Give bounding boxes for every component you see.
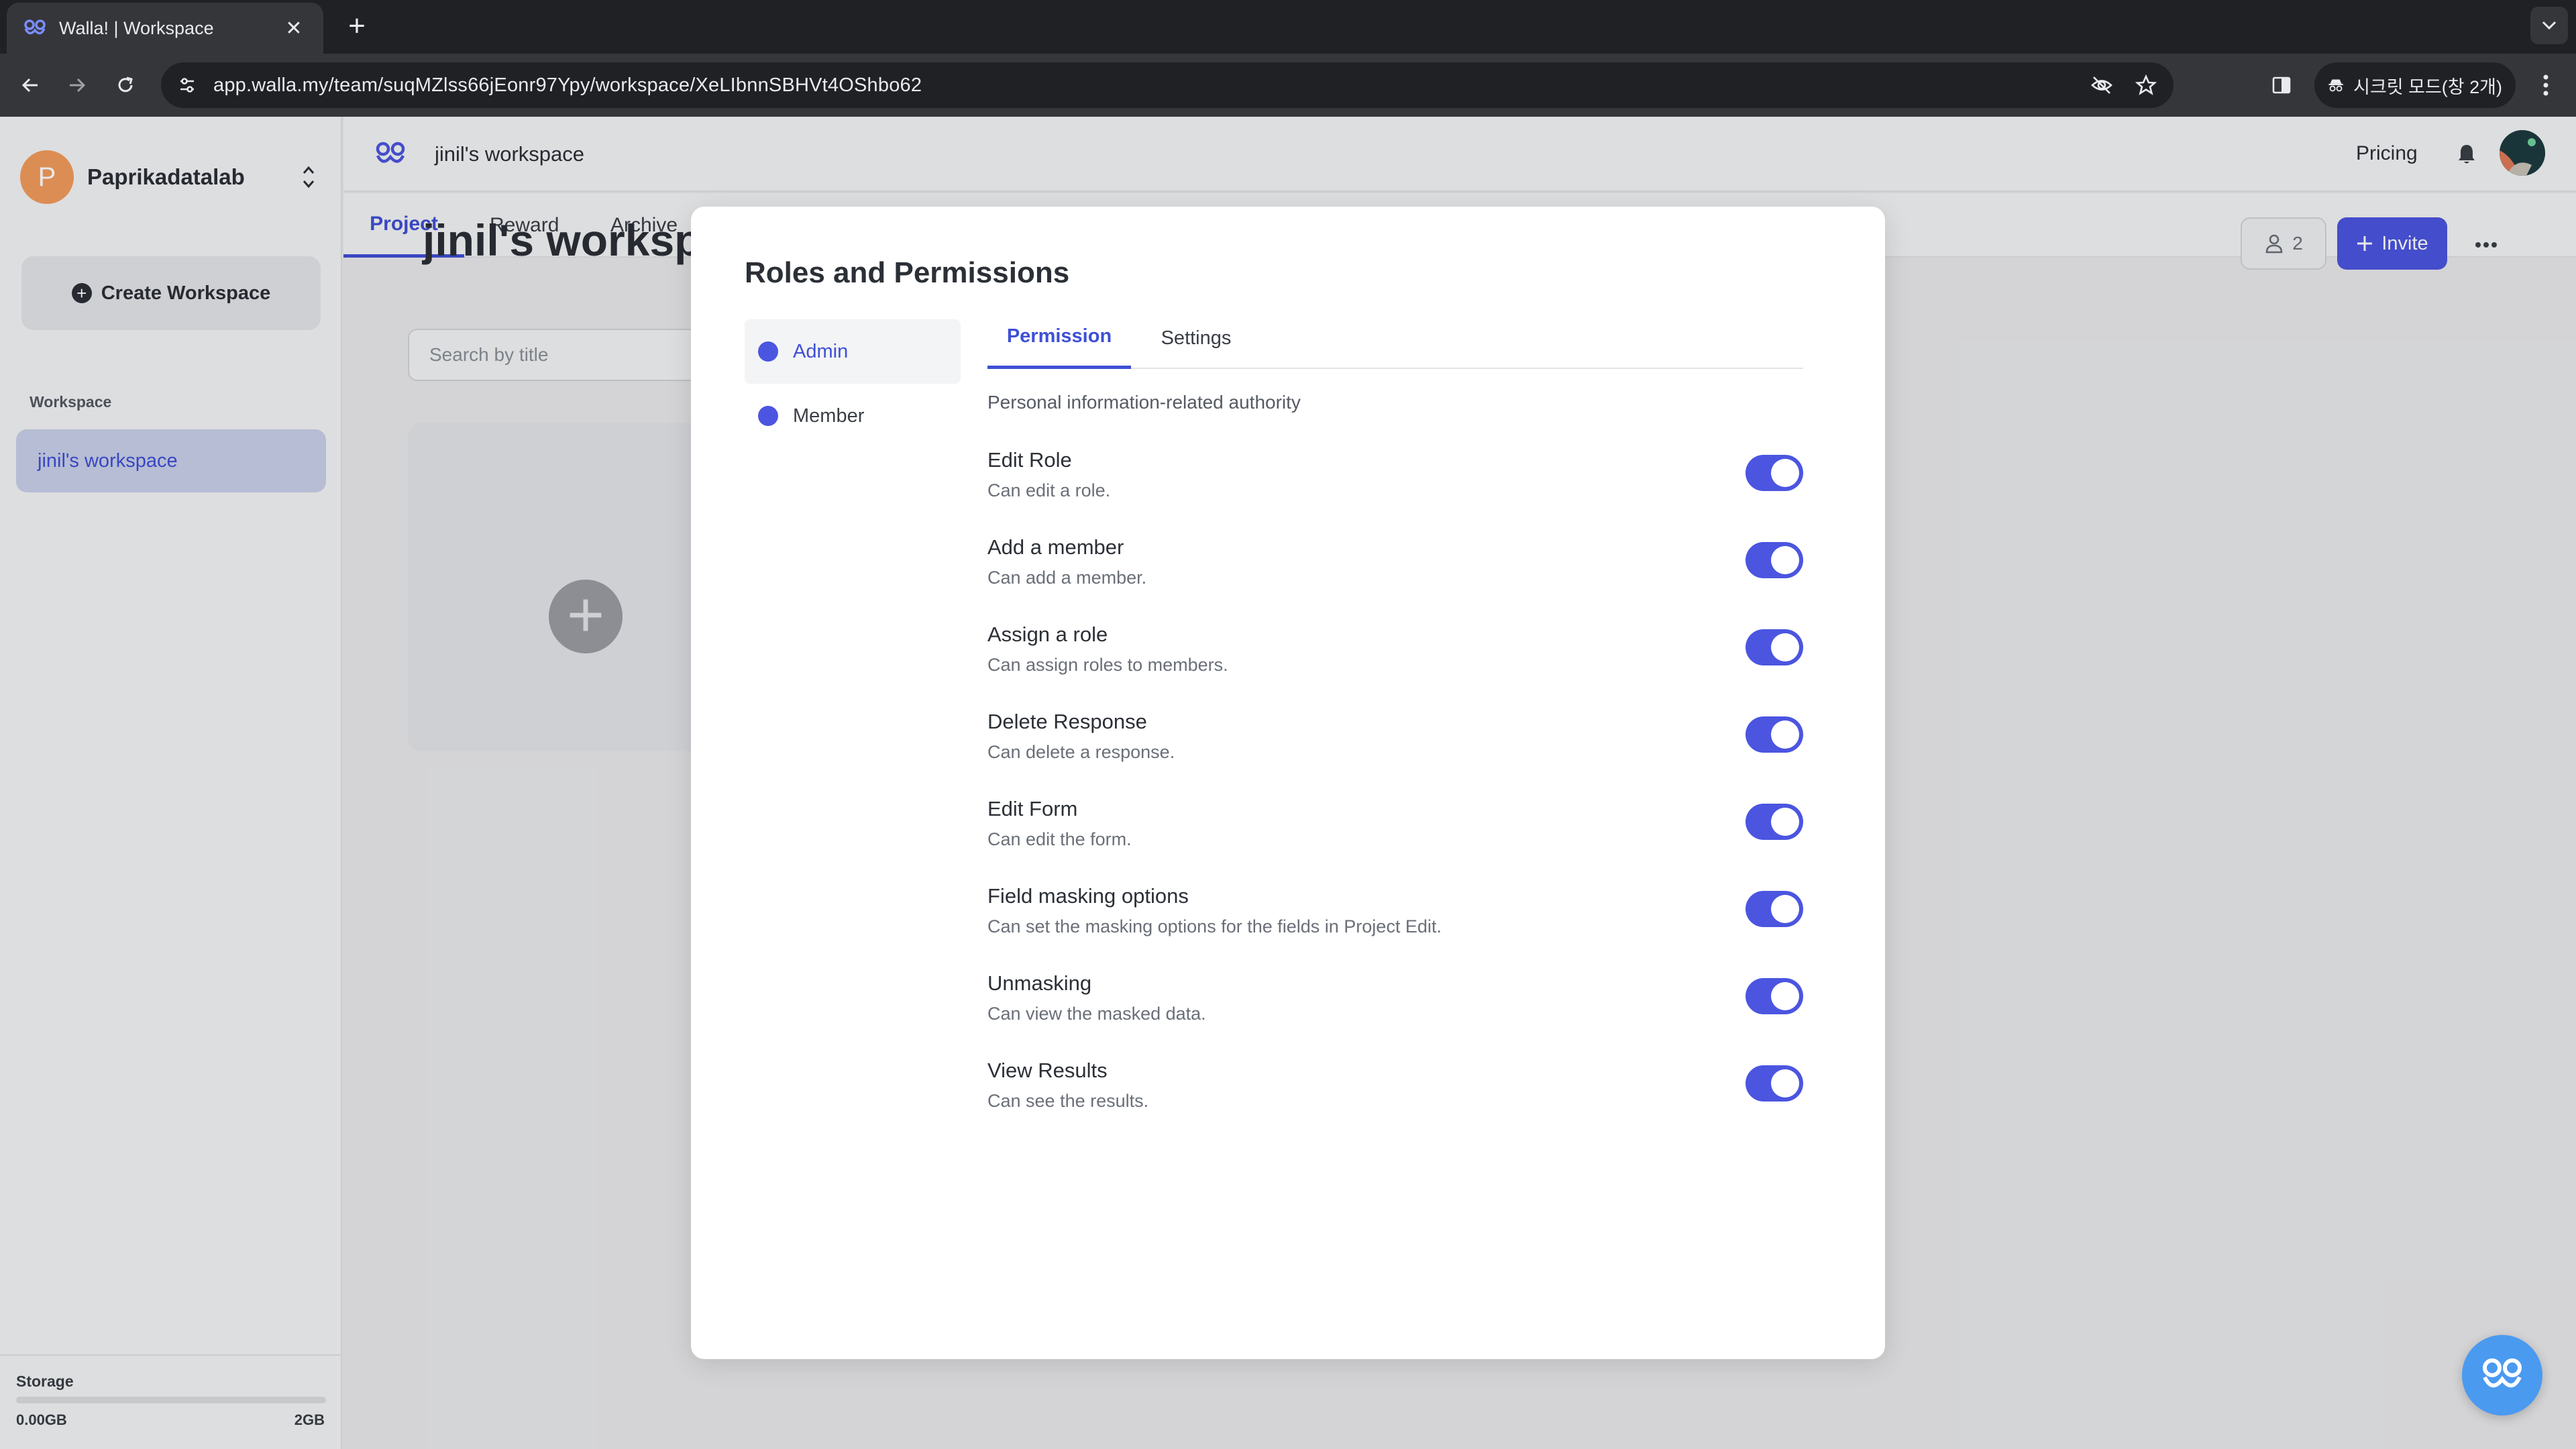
permission-toggle[interactable] — [1746, 804, 1803, 840]
permission-row: Add a member Can add a member. — [987, 535, 1803, 602]
permission-row: Edit Form Can edit the form. — [987, 797, 1803, 864]
permission-section-label: Personal information-related authority — [987, 392, 1301, 413]
permission-toggle[interactable] — [1746, 542, 1803, 578]
roles-permissions-modal: Roles and Permissions Admin Member Permi… — [691, 207, 1885, 1359]
incognito-icon — [2328, 79, 2343, 92]
toggle-knob — [1771, 633, 1799, 661]
chrome-menu-icon[interactable] — [2529, 68, 2563, 102]
walla-help-button[interactable] — [2462, 1335, 2542, 1415]
role-admin[interactable]: Admin — [745, 319, 961, 384]
permission-description: Can see the results. — [987, 1091, 1149, 1111]
permission-description: Can assign roles to members. — [987, 655, 1228, 675]
site-info-icon[interactable] — [170, 68, 204, 102]
permission-title: View Results — [987, 1059, 1108, 1082]
role-label: Admin — [793, 340, 849, 362]
back-icon[interactable] — [13, 68, 47, 102]
tab-title: Walla! | Workspace — [59, 17, 214, 38]
tab-settings[interactable]: Settings — [1152, 307, 1240, 369]
permission-description: Can delete a response. — [987, 742, 1175, 762]
chevron-down-icon — [2542, 21, 2557, 30]
permission-title: Delete Response — [987, 710, 1147, 733]
role-member[interactable]: Member — [745, 384, 961, 448]
role-label: Member — [793, 405, 865, 427]
permission-toggle[interactable] — [1746, 978, 1803, 1014]
permission-title: Unmasking — [987, 971, 1092, 995]
star-icon[interactable] — [2129, 68, 2163, 102]
permission-tabs: Permission Settings — [987, 307, 1803, 369]
toggle-knob — [1771, 546, 1799, 574]
incognito-indicator[interactable]: 시크릿 모드(창 2개) — [2314, 62, 2516, 108]
permission-description: Can view the masked data. — [987, 1004, 1206, 1024]
permission-toggle[interactable] — [1746, 716, 1803, 753]
eye-off-icon[interactable] — [2085, 68, 2118, 102]
permission-title: Edit Role — [987, 448, 1072, 472]
permission-toggle[interactable] — [1746, 629, 1803, 665]
permission-toggle[interactable] — [1746, 891, 1803, 927]
permission-row: Delete Response Can delete a response. — [987, 710, 1803, 777]
permission-row: Unmasking Can view the masked data. — [987, 971, 1803, 1038]
walla-logo-icon — [2483, 1358, 2522, 1388]
permission-title: Field masking options — [987, 884, 1189, 908]
permission-toggle[interactable] — [1746, 1065, 1803, 1102]
toggle-knob — [1771, 459, 1799, 487]
permission-row: Edit Role Can edit a role. — [987, 448, 1803, 515]
browser-tabstrip: Walla! | Workspace ✕ + — [0, 0, 2576, 54]
permission-row: Field masking options Can set the maskin… — [987, 884, 1803, 951]
forward-icon[interactable] — [60, 68, 94, 102]
permission-row: Assign a role Can assign roles to member… — [987, 623, 1803, 690]
permission-description: Can add a member. — [987, 568, 1147, 588]
toggle-knob — [1771, 895, 1799, 923]
toggle-knob — [1771, 720, 1799, 749]
role-color-dot — [758, 341, 778, 362]
tab-search-button[interactable] — [2530, 7, 2568, 44]
toggle-knob — [1771, 1069, 1799, 1097]
toggle-knob — [1771, 982, 1799, 1010]
permission-description: Can edit the form. — [987, 829, 1132, 849]
permission-title: Edit Form — [987, 797, 1078, 820]
new-tab-icon[interactable]: + — [339, 9, 374, 44]
walla-logo-icon — [23, 16, 47, 40]
incognito-label: 시크릿 모드(창 2개) — [2353, 76, 2502, 97]
role-color-dot — [758, 406, 778, 426]
tab-close-icon[interactable]: ✕ — [280, 17, 307, 40]
browser-toolbar: app.walla.my/team/suqMZlss66jEonr97Ypy/w… — [0, 54, 2576, 117]
permission-toggle[interactable] — [1746, 455, 1803, 491]
url-text: app.walla.my/team/suqMZlss66jEonr97Ypy/w… — [213, 74, 922, 96]
permission-row: View Results Can see the results. — [987, 1059, 1803, 1126]
toggle-knob — [1771, 808, 1799, 836]
modal-title: Roles and Permissions — [745, 256, 1070, 289]
permission-title: Assign a role — [987, 623, 1108, 646]
permission-description: Can edit a role. — [987, 480, 1111, 500]
browser-tab[interactable]: Walla! | Workspace ✕ — [7, 3, 323, 54]
side-panel-icon[interactable] — [2265, 68, 2298, 102]
permission-description: Can set the masking options for the fiel… — [987, 916, 1442, 936]
permission-title: Add a member — [987, 535, 1124, 559]
reload-icon[interactable] — [109, 68, 142, 102]
tab-permission[interactable]: Permission — [987, 307, 1131, 369]
address-bar[interactable]: app.walla.my/team/suqMZlss66jEonr97Ypy/w… — [161, 62, 2174, 108]
